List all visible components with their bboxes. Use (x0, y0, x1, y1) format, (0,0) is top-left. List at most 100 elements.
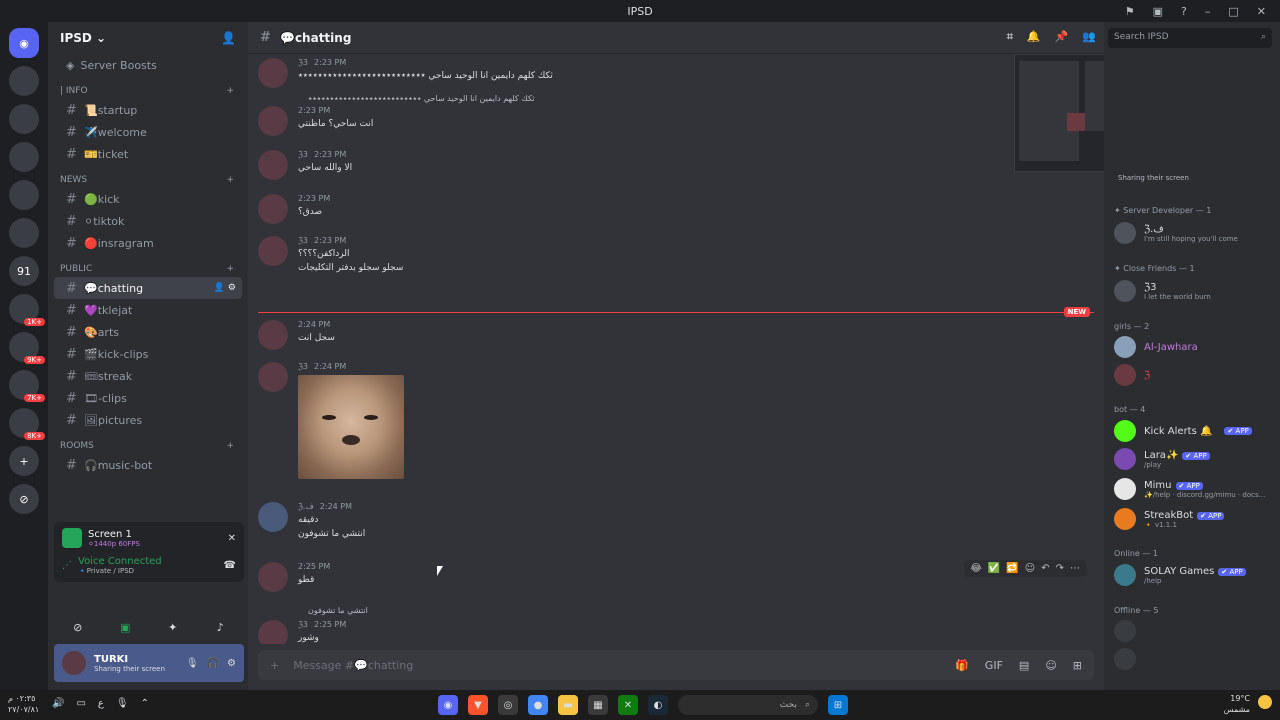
store-app-icon[interactable]: ▦ (588, 695, 608, 715)
chrome-app-icon[interactable]: ● (528, 695, 548, 715)
check-reaction-icon[interactable]: ✅ (988, 563, 1000, 574)
apps-icon[interactable]: ⊞ (1073, 659, 1082, 672)
add-channel-icon[interactable]: + (226, 441, 234, 451)
add-reaction-icon[interactable]: ☺ (1025, 563, 1035, 574)
member-item[interactable] (1114, 648, 1136, 670)
message[interactable]: ℨ3 2:23 PM الا والله ساحي (258, 150, 352, 180)
forward-icon[interactable]: ↷ (1056, 563, 1064, 574)
brave-app-icon[interactable]: ▼ (468, 695, 488, 715)
minimize-button[interactable]: – (1205, 5, 1211, 18)
avatar[interactable] (258, 562, 288, 592)
server-icon[interactable] (9, 218, 39, 248)
avatar[interactable] (258, 236, 288, 266)
display-icon[interactable]: ▭ (76, 698, 85, 709)
member-item[interactable]: Al-Jawhara (1114, 336, 1198, 358)
discord-app-icon[interactable]: ◉ (438, 695, 458, 715)
reply-preview[interactable]: ثكك كلهم دايمين انا الوحيد ساحي ٭٭٭٭٭٭٭٭… (308, 94, 535, 103)
gif-icon[interactable]: GIF (985, 659, 1003, 672)
avatar[interactable] (258, 320, 288, 350)
channel-startup[interactable]: # 📜startup (54, 99, 242, 121)
category-rooms[interactable]: Rooms + (48, 431, 248, 454)
message-input[interactable]: Message #💬chatting (293, 659, 413, 672)
member-item[interactable]: StreakBot ✔ APP 🔸 v1.1.1 (1114, 508, 1225, 530)
gift-icon[interactable]: 🎁 (955, 659, 969, 672)
settings-icon[interactable]: 👤 ⚙ (214, 283, 236, 293)
settings-icon[interactable]: ⚙ (227, 658, 236, 669)
channel-kick-clips[interactable]: # 🎬kick-clips (54, 343, 242, 365)
attach-icon[interactable]: + (270, 659, 279, 672)
message[interactable]: 2:23 PM انت ساحي؟ ماظنتي (258, 106, 373, 136)
message[interactable]: ℨ3 2:25 PM وشور (258, 620, 346, 644)
disconnect-icon[interactable]: ☎ (224, 560, 236, 571)
avatar[interactable] (258, 620, 288, 644)
avatar[interactable] (258, 106, 288, 136)
member-item[interactable] (1114, 620, 1136, 642)
threads-icon[interactable]: ⌗ (1007, 30, 1013, 44)
activities-button[interactable]: ✦ (153, 616, 192, 638)
screen-icon[interactable]: ▣ (1153, 5, 1163, 18)
members-icon[interactable]: 👥 (1082, 30, 1096, 44)
avatar[interactable] (258, 150, 288, 180)
server-icon[interactable]: 9K+ (9, 332, 45, 364)
channel-music-bot[interactable]: # 🎧music-bot (54, 454, 242, 476)
message[interactable]: ℨ3 2:23 PM الرداكفن؟؟؟؟ سجلو سجلو بدفتر الت… (258, 236, 403, 273)
folder-app-icon[interactable]: ▬ (558, 695, 578, 715)
mic-icon[interactable]: 🎙 (186, 658, 199, 669)
server-icon-91[interactable]: 91 (9, 256, 39, 286)
member-item[interactable]: Kick Alerts 🔔 ✔ APP (1114, 420, 1252, 442)
message[interactable]: ℨ3 2:23 PM ثكك كلهم دايمين انا الوحيد ساحي… (258, 58, 553, 88)
dog-image-attachment[interactable] (298, 375, 404, 479)
avatar[interactable] (62, 651, 86, 675)
server-boosts[interactable]: ◈ Server Boosts (54, 54, 242, 76)
channel-instagram[interactable]: # 🔴insragram (54, 232, 242, 254)
category-public[interactable]: PUBLIC + (48, 254, 248, 277)
windows-start-icon[interactable]: ⊞ (828, 695, 848, 715)
category-info[interactable]: | INFO + (48, 76, 248, 99)
invite-icon[interactable]: 👤 (221, 31, 236, 45)
screen-share-button[interactable]: ▣ (106, 616, 145, 638)
server-icon[interactable] (9, 180, 39, 210)
member-item[interactable]: ℨ (1114, 364, 1150, 386)
avatar[interactable] (258, 194, 288, 224)
language-icon[interactable]: ع (98, 698, 104, 709)
stop-stream-icon[interactable]: ✕ (228, 533, 236, 544)
message[interactable]: 2:23 PM صدق؟ (258, 194, 330, 224)
channel-chatting[interactable]: # 💬chatting 👤 ⚙ (54, 277, 242, 299)
reply-icon[interactable]: ↶ (1041, 563, 1049, 574)
channel-welcome[interactable]: # ✈️welcome (54, 121, 242, 143)
channel-tiktok[interactable]: # ⚪tiktok (54, 210, 242, 232)
xbox-app-icon[interactable]: ✕ (618, 695, 638, 715)
server-icon[interactable] (9, 142, 39, 172)
chevron-up-icon[interactable]: ⌃ (141, 698, 149, 709)
message-composer[interactable]: + Message #💬chatting 🎁 GIF ▤ ☺ ⊞ (258, 650, 1094, 680)
discover-icon[interactable]: ⊘ (9, 484, 39, 514)
bell-icon[interactable]: 🔔 (1027, 30, 1041, 44)
mic-tray-icon[interactable]: 🎙 (116, 698, 129, 709)
channel-arts[interactable]: # 🎨arts (54, 321, 242, 343)
add-channel-icon[interactable]: + (226, 264, 234, 274)
message[interactable]: 2:25 PM قطو (258, 562, 330, 592)
discord-home-icon[interactable]: ◉ (9, 28, 39, 58)
add-channel-icon[interactable]: + (226, 175, 234, 185)
pin-icon[interactable]: 📌 (1055, 30, 1069, 44)
emoji-icon[interactable]: ☺ (1045, 659, 1056, 672)
channel-kick[interactable]: # 🟢kick (54, 188, 242, 210)
channel-ticket[interactable]: # 🎫ticket (54, 143, 242, 165)
app-icon[interactable]: ◎ (498, 695, 518, 715)
channel-streak[interactable]: # 🎟streak (54, 365, 242, 387)
avatar[interactable] (258, 502, 288, 532)
category-news[interactable]: NEWS + (48, 165, 248, 188)
member-item[interactable]: ℨ3 I let the world burn (1114, 280, 1211, 302)
message[interactable]: ℨ.ف 2:24 PM دقيقه انتشي ما تشوفون (258, 502, 365, 539)
server-icon[interactable] (9, 104, 39, 134)
headphones-icon[interactable]: 🎧 (207, 658, 219, 669)
member-item[interactable]: ℨ.ف I'm still hoping you'll come (1114, 222, 1238, 244)
add-channel-icon[interactable]: + (226, 86, 234, 96)
server-header[interactable]: IPSD ⌄ 👤 (48, 22, 248, 54)
weather[interactable]: 19°C مشمس (1224, 693, 1250, 715)
server-icon[interactable] (9, 66, 39, 96)
emoji-reaction-icon[interactable]: 😂 (970, 563, 982, 574)
maximize-button[interactable]: □ (1228, 5, 1238, 18)
channel-clips[interactable]: # 🎞-clips (54, 387, 242, 409)
inbox-icon[interactable]: ⚑ (1125, 5, 1135, 18)
